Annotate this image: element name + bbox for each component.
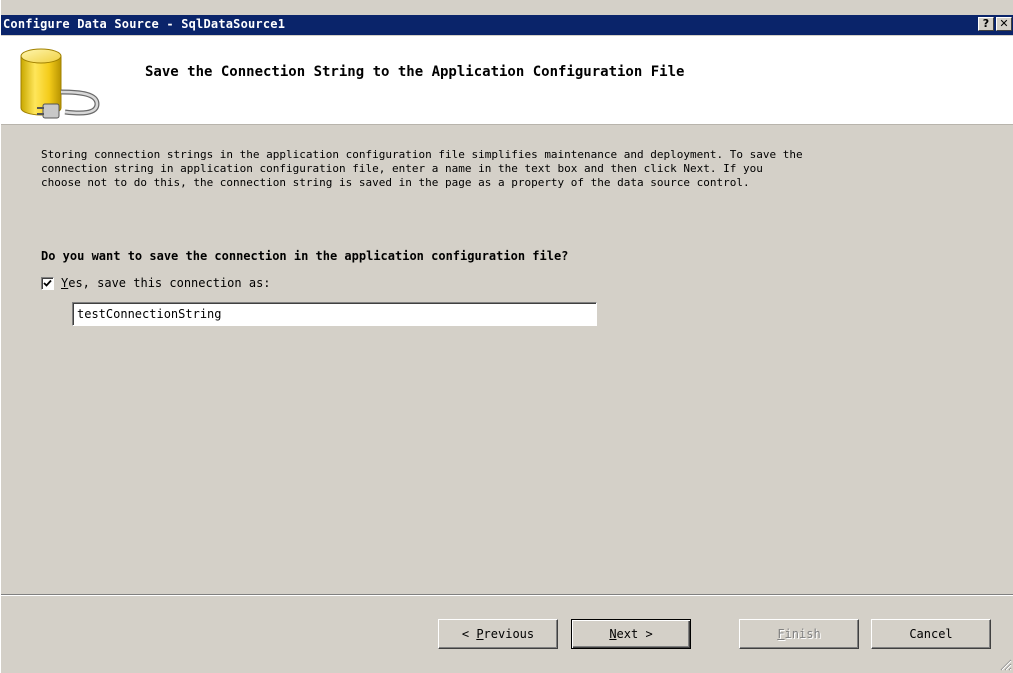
finish-button: Finish [739, 619, 859, 649]
checkmark-icon [43, 279, 52, 287]
close-icon: ✕ [999, 17, 1009, 30]
cancel-button[interactable]: Cancel [871, 619, 991, 649]
connection-name-input[interactable]: testConnectionString [72, 302, 597, 326]
help-button[interactable]: ? [978, 17, 994, 31]
close-button[interactable]: ✕ [996, 17, 1012, 31]
save-connection-label[interactable]: Yes, save this connection as: [61, 276, 271, 290]
window-title: Configure Data Source - SqlDataSource1 [3, 17, 286, 31]
resize-grip-icon[interactable] [996, 655, 1012, 671]
configure-data-source-dialog: Configure Data Source - SqlDataSource1 ?… [0, 0, 1013, 673]
next-button[interactable]: Next > [571, 619, 691, 649]
title-bar[interactable]: Configure Data Source - SqlDataSource1 ?… [1, 15, 1013, 35]
description-text: Storing connection strings in the applic… [41, 148, 803, 189]
database-connection-icon [20, 48, 100, 119]
save-connection-option[interactable]: Yes, save this connection as: [41, 276, 271, 290]
previous-button[interactable]: < Previous [438, 619, 558, 649]
wizard-header: Save the Connection String to the Applic… [1, 36, 1013, 125]
page-title: Save the Connection String to the Applic… [145, 64, 685, 80]
save-connection-checkbox[interactable] [41, 276, 54, 290]
footer-separator [1, 594, 1013, 596]
help-icon: ? [982, 17, 990, 30]
save-question-label: Do you want to save the connection in th… [41, 249, 569, 263]
